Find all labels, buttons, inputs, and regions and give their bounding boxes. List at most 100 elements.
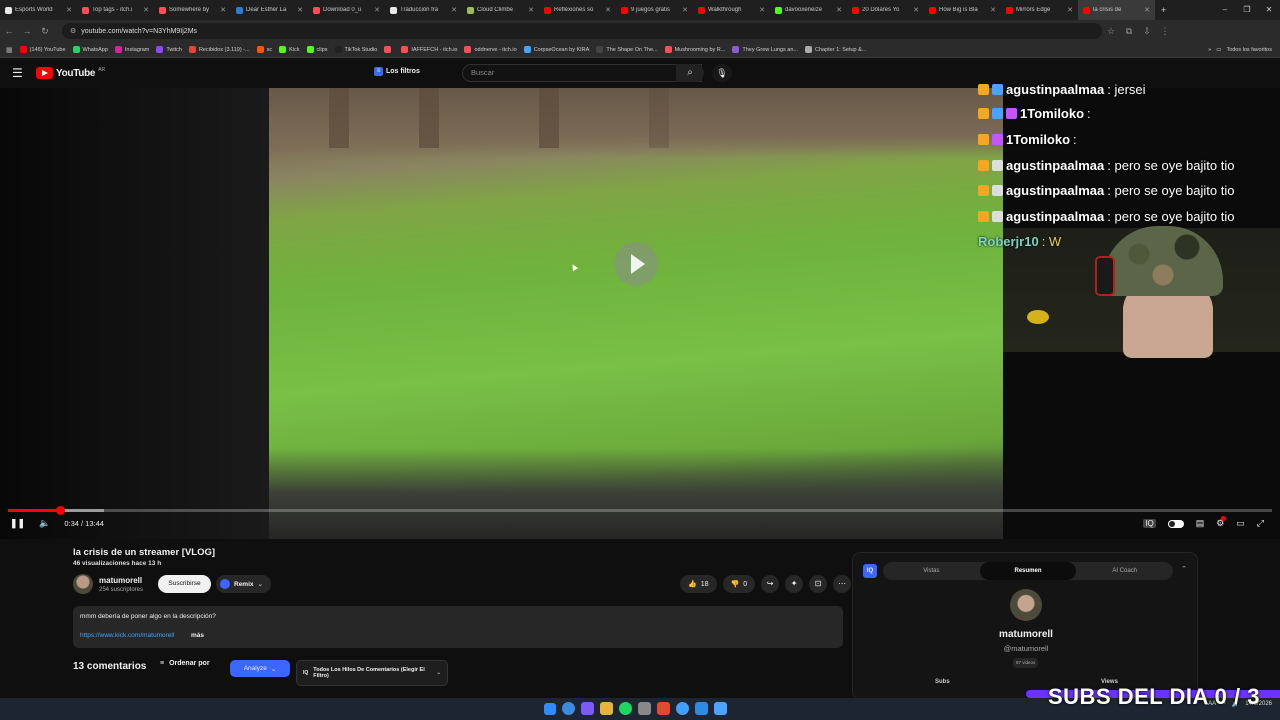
maximize-button[interactable]: ❐ [1236,0,1258,20]
browser-tab[interactable]: Walkthrough ✕ [693,0,770,20]
browser-tab[interactable]: davooxeneize ✕ [770,0,847,20]
browser-tab[interactable]: 20 Dólares Yo ✕ [847,0,924,20]
bookmark-item[interactable]: WhatsApp [72,46,108,53]
taskbar-app-icon[interactable] [562,702,575,715]
like-button[interactable]: 👍 18 [680,575,717,593]
bookmark-item[interactable]: CorpseOcean by KIRA [523,46,589,53]
tab-close-icon[interactable]: ✕ [528,6,534,14]
more-options-icon[interactable]: ⋯ [833,575,852,593]
bookmark-item[interactable]: They Grew Lungs an... [732,46,798,53]
video-frame[interactable] [269,88,1003,539]
center-play-icon[interactable] [614,242,658,286]
tab-ai-coach[interactable]: AI Coach [1076,562,1173,580]
sort-comments-button[interactable]: ≡ Ordenar por [160,660,210,667]
browser-tab[interactable]: Top tags - itch.i ✕ [77,0,154,20]
volume-icon[interactable]: 🔈 [39,518,50,529]
browser-tab[interactable]: Esports World ✕ [0,0,77,20]
filters-button[interactable]: ≡ Los filtros [374,67,420,76]
pause-icon[interactable]: ❚❚ [10,518,25,529]
all-bookmarks-link[interactable]: Todos los favoritos [1226,47,1272,53]
bookmark-item[interactable]: Mushrooming by R... [664,46,725,53]
tab-close-icon[interactable]: ✕ [913,6,919,14]
theater-mode-icon[interactable]: ▭ [1236,518,1245,529]
windows-start-icon[interactable] [544,703,556,715]
channel-name[interactable]: matumorell [99,576,142,585]
bookmark-item[interactable]: TikTok Studio [334,46,377,53]
taskbar-app-icon[interactable] [638,702,651,715]
back-icon[interactable]: ← [0,26,18,36]
tab-close-icon[interactable]: ✕ [66,6,72,14]
bookmark-item[interactable]: Kick [279,46,300,53]
browser-tab[interactable]: Dear Esther La ✕ [231,0,308,20]
bookmark-item[interactable]: Instagram [114,46,149,53]
autoplay-toggle[interactable] [1167,519,1184,528]
voice-search-button[interactable]: 🎙 [712,64,732,82]
taskbar-app-icon[interactable] [600,702,613,715]
filter-toggle-icon[interactable]: IQ [1143,519,1156,528]
browser-menu-icon[interactable]: ⋮ [1156,26,1174,37]
bookmark-item[interactable]: Twitch [156,46,182,53]
downloads-icon[interactable]: ⇩ [1138,26,1156,37]
remix-button[interactable]: Remix ⌄ [216,575,271,593]
tab-close-icon[interactable]: ✕ [143,6,149,14]
fullscreen-icon[interactable]: ⤢ [1257,518,1264,529]
sparkle-icon[interactable]: ✦ [785,575,804,593]
tab-close-icon[interactable]: ✕ [1067,6,1073,14]
browser-tab[interactable]: Mirrors Edge ✕ [1001,0,1078,20]
description-more-button[interactable]: más [191,632,204,639]
subtitles-icon[interactable]: ▤ [1196,518,1205,529]
site-info-icon[interactable]: ⚙ [70,27,76,35]
dislike-button[interactable]: 👎 0 [722,575,756,593]
channel-avatar[interactable] [73,574,93,594]
tab-close-icon[interactable]: ✕ [759,6,765,14]
taskbar-app-icon[interactable] [619,702,632,715]
description-link[interactable]: https://www.kick.com/matumorell [80,632,174,639]
bookmark-item[interactable]: sc [256,46,272,53]
extensions-icon[interactable]: ⧉ [1120,26,1138,37]
hamburger-menu-icon[interactable]: ☰ [12,66,23,80]
youtube-logo[interactable]: YouTube AR [36,67,105,79]
browser-tab[interactable]: How Big is Bla ✕ [924,0,1001,20]
bookmark-item[interactable]: The Shape On The... [596,46,658,53]
bookmark-item[interactable]: clips [306,46,328,53]
new-tab-button[interactable]: + [1155,5,1172,15]
close-window-button[interactable]: ✕ [1258,0,1280,20]
tab-close-icon[interactable]: ✕ [990,6,996,14]
tab-close-icon[interactable]: ✕ [682,6,688,14]
bookmark-star-icon[interactable]: ☆ [1102,26,1120,37]
taskbar-app-icon[interactable] [714,702,727,715]
browser-tab[interactable]: la crisis de ✕ [1078,0,1155,20]
tab-close-icon[interactable]: ✕ [374,6,380,14]
taskbar-app-icon[interactable] [676,702,689,715]
settings-gear-icon[interactable]: ⚙ [1216,516,1227,529]
bookmark-item[interactable]: oddnerve - itch.io [464,46,517,53]
taskbar-app-icon[interactable] [657,702,670,715]
browser-tab[interactable]: Somewhere by ✕ [154,0,231,20]
minimize-button[interactable]: – [1214,0,1236,20]
browser-tab[interactable]: 9 juegos gratis ✕ [616,0,693,20]
save-icon[interactable]: ⊡ [809,575,828,593]
tab-vistas[interactable]: Vistas [883,562,980,580]
bookmark-item[interactable]: (146) YouTube [19,46,66,53]
bookmark-item[interactable]: Chapter 1: Setup &... [804,46,866,53]
analyze-button[interactable]: Analyze ⌄ [230,660,290,677]
browser-tab[interactable]: Traducción fra ✕ [385,0,462,20]
tab-resumen[interactable]: Resumen [979,562,1077,580]
apps-icon[interactable]: ▦ [6,46,13,54]
bookmark-item[interactable]: IAFFEFCH - itch.io [401,46,457,53]
comment-threads-filter[interactable]: IQ Todos Los Hilos De Comentarios (Elegi… [296,660,448,686]
search-button[interactable]: ⌕ [676,64,704,82]
tab-close-icon[interactable]: ✕ [451,6,457,14]
browser-tab[interactable]: Cloud Climbe ✕ [462,0,539,20]
tab-close-icon[interactable]: ✕ [220,6,226,14]
description-box[interactable]: mmm debería de poner algo en la descripc… [73,606,843,648]
taskbar-app-icon[interactable] [695,702,708,715]
bookmark-item[interactable] [384,46,394,53]
video-player[interactable]: agustinpaalmaa: jersei 1Tomiloko:1Tomilok… [0,82,1280,539]
taskbar-app-icon[interactable] [581,702,594,715]
browser-tab[interactable]: Download 0_u ✕ [308,0,385,20]
forward-icon[interactable]: → [18,26,36,36]
url-field[interactable]: ⚙ youtube.com/watch?v=N3YhM9Ij2Ms [62,23,1102,39]
tab-close-icon[interactable]: ✕ [1144,6,1150,14]
bookmarks-more-button[interactable]: » [1208,47,1211,53]
